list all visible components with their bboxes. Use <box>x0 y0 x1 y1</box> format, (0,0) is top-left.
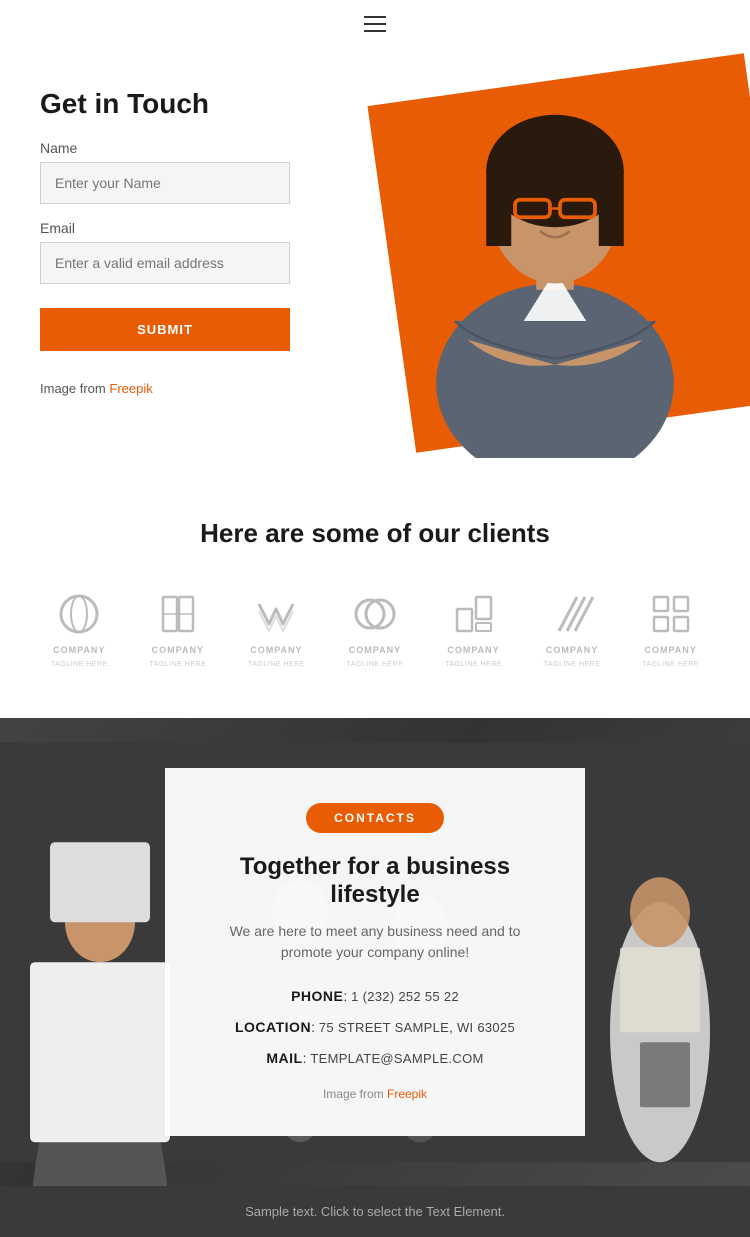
image-credit: Image from Freepik <box>40 381 340 396</box>
name-input[interactable] <box>40 162 290 204</box>
clients-section: Here are some of our clients COMPANY TAG… <box>0 468 750 718</box>
logo-icon-5 <box>449 589 499 639</box>
contact-location: LOCATION: 75 STREET SAMPLE, WI 63025 <box>205 1016 545 1039</box>
client-logo-6: COMPANY TAGLINE HERE <box>544 589 601 668</box>
clients-logos-container: COMPANY TAGLINE HERE COMPANY TAGLINE HER… <box>40 589 710 668</box>
contacts-badge: CONTACTS <box>306 803 444 833</box>
logo-icon-1 <box>54 589 104 639</box>
hero-section: Get in Touch Name Email SUBMIT Image fro… <box>0 48 750 468</box>
client-logo-5: COMPANY TAGLINE HERE <box>445 589 502 668</box>
logo-icon-6 <box>547 589 597 639</box>
name-form-group: Name <box>40 140 340 204</box>
mail-label: MAIL <box>266 1050 302 1066</box>
contact-heading: Together for a business lifestyle <box>205 853 545 909</box>
woman-svg <box>380 68 730 458</box>
client-logo-3: COMPANY TAGLINE HERE <box>248 589 305 668</box>
email-input[interactable] <box>40 242 290 284</box>
client-logo-2: COMPANY TAGLINE HERE <box>149 589 206 668</box>
logo-icon-2 <box>153 589 203 639</box>
email-label: Email <box>40 220 340 236</box>
location-value: 75 STREET SAMPLE, WI 63025 <box>319 1020 515 1035</box>
contact-subtext: We are here to meet any business need an… <box>205 921 545 963</box>
business-section: CONTACTS Together for a business lifesty… <box>0 718 750 1186</box>
logo-icon-7 <box>646 589 696 639</box>
footer: Sample text. Click to select the Text El… <box>0 1186 750 1237</box>
contact-mail: MAIL: TEMPLATE@SAMPLE.COM <box>205 1047 545 1070</box>
hamburger-menu[interactable] <box>364 16 386 32</box>
hero-title: Get in Touch <box>40 88 340 120</box>
logo-icon-3 <box>251 589 301 639</box>
client-logo-7: COMPANY TAGLINE HERE <box>642 589 699 668</box>
card-image-credit: Image from Freepik <box>205 1087 545 1101</box>
clients-title: Here are some of our clients <box>40 518 710 549</box>
contact-card: CONTACTS Together for a business lifesty… <box>165 768 585 1136</box>
mail-value: TEMPLATE@SAMPLE.COM <box>310 1051 483 1066</box>
phone-label: PHONE <box>291 988 343 1004</box>
phone-value: 1 (232) 252 55 22 <box>351 989 459 1004</box>
hero-image <box>380 68 730 458</box>
header <box>0 0 750 48</box>
client-logo-4: COMPANY TAGLINE HERE <box>347 589 404 668</box>
hero-form-container: Get in Touch Name Email SUBMIT Image fro… <box>40 88 340 396</box>
freepik-link[interactable]: Freepik <box>109 381 152 396</box>
name-label: Name <box>40 140 340 156</box>
card-freepik-link[interactable]: Freepik <box>387 1087 427 1101</box>
submit-button[interactable]: SUBMIT <box>40 308 290 351</box>
location-label: LOCATION <box>235 1019 311 1035</box>
client-logo-1: COMPANY TAGLINE HERE <box>51 589 108 668</box>
contact-phone: PHONE: 1 (232) 252 55 22 <box>205 985 545 1008</box>
logo-icon-4 <box>350 589 400 639</box>
email-form-group: Email <box>40 220 340 284</box>
footer-text: Sample text. Click to select the Text El… <box>40 1204 710 1219</box>
